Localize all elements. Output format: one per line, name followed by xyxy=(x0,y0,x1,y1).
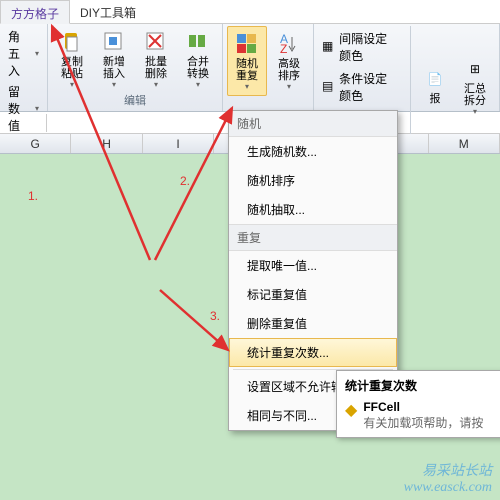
menu-header-random: 随机 xyxy=(229,111,397,137)
merge-convert-button[interactable]: 合并 转换▾ xyxy=(178,26,218,92)
interval-icon: ▦ xyxy=(322,39,335,55)
menu-random-pick[interactable]: 随机抽取... xyxy=(229,195,397,224)
report-button[interactable]: 📄报 xyxy=(415,26,455,146)
tab-diy[interactable]: DIY工具箱 xyxy=(70,0,146,23)
col-header[interactable]: G xyxy=(0,134,71,153)
tooltip-help: 有关加载项帮助，请按 xyxy=(363,414,483,431)
tooltip-app: FFCell xyxy=(363,400,483,414)
delete-icon xyxy=(144,30,168,54)
grid-color-icon xyxy=(235,32,259,56)
merge-icon xyxy=(186,30,210,54)
cond-icon: ▤ xyxy=(322,79,335,95)
paste-icon xyxy=(60,30,84,54)
ribbon: 角五入▾ 留数值▾ 复制 粘贴▾ 新增 插入▾ 批量 删除▾ 合并 转换▾ 编辑… xyxy=(0,24,500,112)
help-icon: ◆ xyxy=(345,400,357,420)
menu-unique[interactable]: 提取唯一值... xyxy=(229,251,397,280)
menu-random-sort[interactable]: 随机排序 xyxy=(229,166,397,195)
watermark: 易采站长站 www.easck.com xyxy=(404,460,492,496)
report-icon: 📄 xyxy=(423,67,447,91)
svg-text:Z: Z xyxy=(280,42,287,55)
tooltip: 统计重复次数 ◆ FFCell 有关加载项帮助，请按 xyxy=(336,370,500,438)
copy-paste-button[interactable]: 复制 粘贴▾ xyxy=(52,26,92,92)
pivot-icon: ⊞ xyxy=(463,57,487,81)
col-header[interactable]: I xyxy=(143,134,214,153)
insert-icon xyxy=(102,30,126,54)
menu-count-dup[interactable]: 统计重复次数... xyxy=(229,338,397,367)
interval-color-button[interactable]: ▦间隔设定颜色 xyxy=(318,28,402,66)
menu-del-dup[interactable]: 删除重复值 xyxy=(229,309,397,338)
batch-delete-button[interactable]: 批量 删除▾ xyxy=(136,26,176,92)
random-repeat-button[interactable]: 随机 重复▾ xyxy=(227,26,267,96)
menu-mark-dup[interactable]: 标记重复值 xyxy=(229,280,397,309)
tooltip-title: 统计重复次数 xyxy=(345,377,500,394)
adv-sort-button[interactable]: AZ高级 排序▾ xyxy=(269,26,309,96)
pivot-split-button[interactable]: ⊞汇总 拆分▾ xyxy=(455,26,495,146)
round-button[interactable]: 角五入▾ xyxy=(4,26,43,81)
menu-header-repeat: 重复 xyxy=(229,224,397,251)
menu-gen-random[interactable]: 生成随机数... xyxy=(229,137,397,166)
col-header[interactable]: M xyxy=(429,134,500,153)
tab-fangge[interactable]: 方方格子 xyxy=(0,0,70,24)
keep-value-button[interactable]: 留数值▾ xyxy=(4,81,43,136)
cond-color-button[interactable]: ▤条件设定颜色 xyxy=(318,68,402,106)
col-header[interactable]: H xyxy=(71,134,142,153)
insert-button[interactable]: 新增 插入▾ xyxy=(94,26,134,92)
sort-icon: AZ xyxy=(277,32,301,56)
group-label-edit: 编辑 xyxy=(52,92,218,109)
